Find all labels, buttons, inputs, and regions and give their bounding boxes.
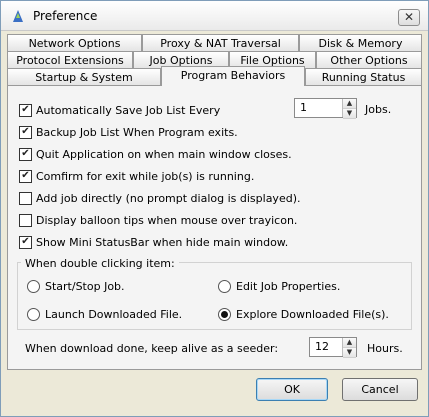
option-label: Show Mini StatusBar when hide main windo…: [36, 235, 289, 249]
preference-window: Preference ✕ Network Options Proxy & NAT…: [0, 0, 429, 417]
tab-program-behaviors[interactable]: Program Behaviors: [161, 66, 305, 86]
spin-down-icon[interactable]: ▼: [343, 109, 356, 119]
window-title: Preference: [33, 9, 98, 23]
option-confirm-exit[interactable]: Comfirm for exit while job(s) is running…: [19, 168, 254, 184]
tab-startup-system[interactable]: Startup & System: [7, 68, 161, 86]
tab-other-options[interactable]: Other Options: [316, 51, 422, 69]
option-label: Automatically Save Job List Every: [36, 103, 221, 117]
app-icon: [13, 10, 23, 22]
seeder-hours-unit: Hours.: [367, 342, 403, 355]
spin-up-icon[interactable]: ▲: [343, 99, 356, 109]
seeder-hours-stepper[interactable]: 12 ▲ ▼: [309, 337, 357, 358]
save-every-stepper[interactable]: 1 ▲ ▼: [294, 98, 357, 119]
checkbox[interactable]: [19, 191, 32, 205]
tab-proxy-nat-traversal[interactable]: Proxy & NAT Traversal: [142, 34, 299, 52]
double-click-group-title: When double clicking item:: [21, 257, 179, 270]
radio-label: Explore Downloaded File(s).: [236, 307, 389, 321]
close-button[interactable]: ✕: [398, 9, 420, 26]
radio-button[interactable]: [218, 307, 231, 321]
option-mini-statusbar[interactable]: Show Mini StatusBar when hide main windo…: [19, 234, 288, 250]
checkbox[interactable]: [19, 169, 32, 183]
save-every-value[interactable]: 1: [295, 99, 342, 117]
ok-button[interactable]: OK: [256, 378, 328, 401]
radio-button[interactable]: [27, 307, 40, 321]
tab-network-options[interactable]: Network Options: [7, 34, 142, 52]
option-label: Comfirm for exit while job(s) is running…: [36, 169, 255, 183]
save-every-unit: Jobs.: [365, 103, 392, 116]
tab-running-status[interactable]: Running Status: [305, 68, 422, 86]
spin-down-icon[interactable]: ▼: [343, 348, 356, 358]
radio-start-stop-job[interactable]: Start/Stop Job.: [27, 278, 125, 294]
radio-edit-job-properties[interactable]: Edit Job Properties.: [218, 278, 340, 294]
spin-arrows[interactable]: ▲ ▼: [342, 99, 356, 119]
seeder-hours-value[interactable]: 12: [310, 338, 342, 356]
option-label: Display balloon tips when mouse over tra…: [36, 213, 298, 227]
radio-label: Edit Job Properties.: [236, 279, 341, 293]
title-bar: Preference ✕: [1, 1, 428, 31]
radio-button[interactable]: [27, 279, 40, 293]
spin-up-icon[interactable]: ▲: [343, 338, 356, 348]
option-label: Quit Application on when main window clo…: [36, 147, 292, 161]
radio-label: Launch Downloaded File.: [45, 307, 183, 321]
checkbox[interactable]: [19, 235, 32, 249]
radio-launch-downloaded-file[interactable]: Launch Downloaded File.: [27, 306, 182, 322]
option-auto-save-job-list[interactable]: Automatically Save Job List Every: [19, 102, 220, 118]
tab-disk-memory[interactable]: Disk & Memory: [299, 34, 422, 52]
checkbox[interactable]: [19, 103, 32, 117]
spin-arrows[interactable]: ▲ ▼: [342, 338, 356, 358]
tab-protocol-extensions[interactable]: Protocol Extensions: [7, 51, 133, 69]
checkbox[interactable]: [19, 125, 32, 139]
radio-label: Start/Stop Job.: [45, 279, 125, 293]
option-balloon-tips[interactable]: Display balloon tips when mouse over tra…: [19, 212, 297, 228]
seeder-label: When download done, keep alive as a seed…: [25, 342, 279, 355]
option-add-job-directly[interactable]: Add job directly (no prompt dialog is di…: [19, 190, 300, 206]
option-backup-job-list[interactable]: Backup Job List When Program exits.: [19, 124, 238, 140]
radio-button[interactable]: [218, 279, 231, 293]
checkbox[interactable]: [19, 213, 32, 227]
option-label: Backup Job List When Program exits.: [36, 125, 238, 139]
radio-explore-downloaded-files[interactable]: Explore Downloaded File(s).: [218, 306, 389, 322]
option-quit-on-close[interactable]: Quit Application on when main window clo…: [19, 146, 292, 162]
cancel-button[interactable]: Cancel: [342, 378, 418, 401]
checkbox[interactable]: [19, 147, 32, 161]
option-label: Add job directly (no prompt dialog is di…: [36, 191, 301, 205]
